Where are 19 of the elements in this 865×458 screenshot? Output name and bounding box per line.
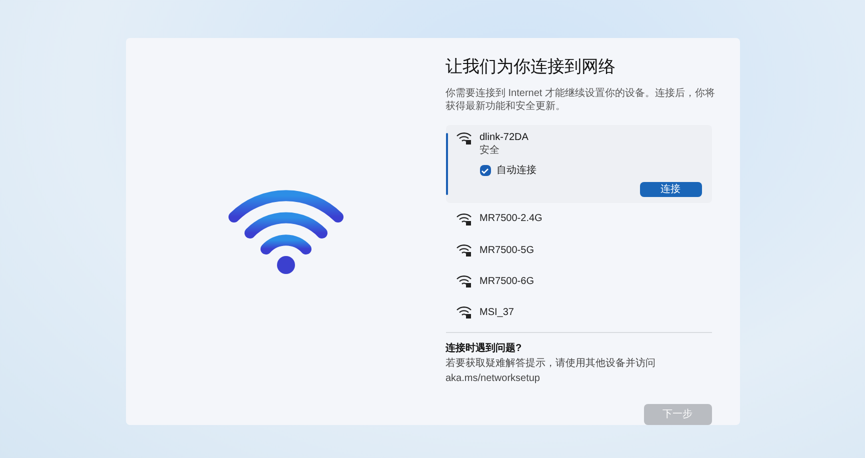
network-item[interactable]: MR7500-5G — [446, 234, 712, 266]
connect-button[interactable]: 连接 — [640, 182, 702, 198]
network-item[interactable]: MR7500-2.4G — [446, 203, 712, 234]
auto-connect-label: 自动连接 — [496, 164, 536, 178]
wifi-lock-icon — [456, 274, 472, 288]
network-status: 安全 — [480, 144, 500, 158]
description: 你需要连接到 Internet 才能继续设置你的设备。连接后，你将获得最新功能和安全更新。 — [446, 87, 716, 114]
wifi-lock-icon — [456, 305, 472, 320]
wifi-lock-icon — [456, 131, 472, 146]
network-name: dlink-72DA — [480, 131, 528, 144]
wifi-lock-icon — [456, 243, 472, 258]
help-title: 连接时遇到问题? — [446, 342, 523, 356]
wifi-lock-icon — [456, 212, 472, 226]
auto-connect-checkbox[interactable] — [480, 165, 490, 176]
help-text: 若要获取疑难解答提示，请使用其他设备并访问 aka.ms/networksetup — [446, 356, 656, 386]
page-title: 让我们为你连接到网络 — [446, 56, 616, 78]
network-item[interactable]: dlink-72DA 安全 自动连接 连接 — [446, 125, 712, 204]
network-item[interactable]: MR7500-6G — [446, 266, 712, 297]
network-item[interactable]: MSI_37 — [446, 296, 712, 328]
